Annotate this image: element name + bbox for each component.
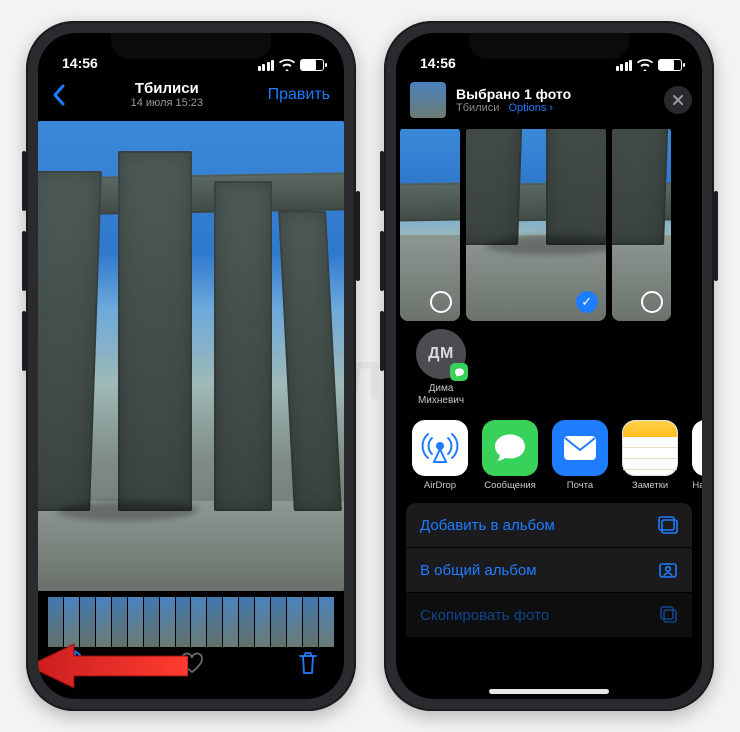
shared-album-icon	[658, 561, 678, 579]
selectable-photo[interactable]	[612, 125, 672, 321]
iphone-right: 14:56 Выбрано 1 фото Тбилиси Options ›	[384, 21, 714, 711]
wifi-icon	[279, 59, 295, 71]
iphone-left: 14:56 Тбилиси 14 июля 15:23 Правит	[26, 21, 356, 711]
share-icon[interactable]	[64, 650, 86, 676]
sheet-title: Выбрано 1 фото	[456, 86, 654, 102]
close-button[interactable]	[664, 86, 692, 114]
selection-strip[interactable]: ✓	[396, 125, 702, 327]
back-button[interactable]	[52, 84, 66, 106]
header-thumbnail	[410, 82, 446, 118]
cellular-icon	[258, 60, 275, 71]
home-indicator[interactable]	[489, 689, 609, 694]
notch	[469, 33, 629, 59]
nav-bar: Тбилиси 14 июля 15:23 Править	[38, 73, 344, 117]
wifi-icon	[637, 59, 653, 71]
photo-view[interactable]	[38, 121, 344, 591]
action-add-to-album[interactable]: Добавить в альбом	[406, 503, 692, 547]
status-time: 14:56	[62, 55, 98, 71]
select-check-icon[interactable]: ✓	[576, 291, 598, 313]
app-notes[interactable]: Заметки	[622, 420, 678, 491]
album-add-icon	[658, 516, 678, 534]
notes-icon	[622, 420, 678, 476]
battery-icon	[658, 59, 682, 71]
airdrop-icon	[412, 420, 468, 476]
trash-icon[interactable]	[298, 651, 318, 675]
cellular-icon	[616, 60, 633, 71]
contacts-row: ДМ ДимаМихневич	[396, 327, 702, 412]
share-sheet-header: Выбрано 1 фото Тбилиси Options ›	[396, 73, 702, 125]
sheet-subtitle: Тбилиси	[456, 102, 499, 114]
selectable-photo[interactable]: ✓	[466, 125, 606, 321]
options-link[interactable]: Options ›	[508, 102, 553, 114]
app-airdrop[interactable]: AirDrop	[412, 420, 468, 491]
notch	[111, 33, 271, 59]
select-circle-icon[interactable]	[430, 291, 452, 313]
app-mail[interactable]: Почта	[552, 420, 608, 491]
apps-row: AirDrop Сообщения Почта	[396, 412, 702, 497]
app-peek[interactable]: Нап	[692, 420, 702, 491]
next-app-icon	[692, 420, 702, 476]
status-time: 14:56	[420, 55, 456, 71]
edit-button[interactable]: Править	[268, 86, 330, 104]
copy-icon	[660, 606, 678, 624]
action-copy-photo[interactable]: Скопировать фото	[406, 593, 692, 637]
messages-icon	[482, 420, 538, 476]
avatar: ДМ	[416, 329, 466, 379]
nav-title: Тбилиси	[131, 80, 203, 97]
app-messages[interactable]: Сообщения	[482, 420, 538, 491]
action-shared-album[interactable]: В общий альбом	[406, 548, 692, 592]
mail-icon	[552, 420, 608, 476]
bottom-toolbar	[38, 639, 344, 699]
contact-chip[interactable]: ДМ ДимаМихневич	[412, 329, 470, 406]
messages-badge-icon	[450, 363, 468, 381]
favorite-icon[interactable]	[180, 652, 204, 674]
selectable-photo[interactable]	[400, 125, 460, 321]
battery-icon	[300, 59, 324, 71]
action-list: Добавить в альбом В общий альбом Скопиро…	[406, 503, 692, 637]
nav-subtitle: 14 июля 15:23	[131, 97, 203, 110]
